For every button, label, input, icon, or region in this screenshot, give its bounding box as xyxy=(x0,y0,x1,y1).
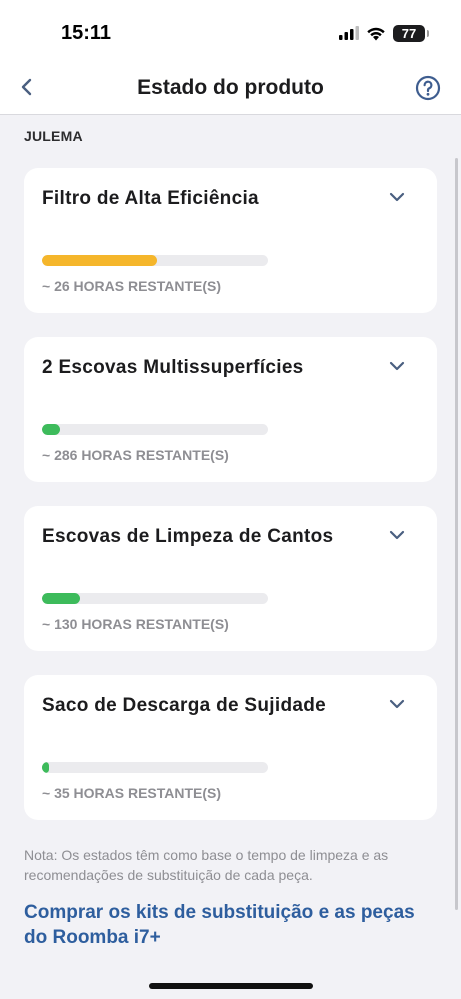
chevron-down-icon[interactable] xyxy=(388,359,406,373)
progress-track xyxy=(42,762,268,773)
progress-fill xyxy=(42,593,81,604)
help-icon[interactable] xyxy=(415,75,441,101)
progress-track xyxy=(42,255,268,266)
chevron-down-icon[interactable] xyxy=(388,528,406,542)
wifi-icon xyxy=(367,27,385,40)
part-card[interactable]: Filtro de Alta Eficiência ~ 26 HORAS RES… xyxy=(24,168,437,313)
part-name: Escovas de Limpeza de Cantos xyxy=(42,526,334,547)
chevron-down-icon[interactable] xyxy=(388,190,406,204)
home-indicator[interactable] xyxy=(149,983,313,989)
battery-icon: 77 xyxy=(393,24,429,42)
part-name: 2 Escovas Multissuperfícies xyxy=(42,357,304,378)
chevron-down-icon[interactable] xyxy=(388,697,406,711)
part-card[interactable]: Saco de Descarga de Sujidade ~ 35 HORAS … xyxy=(24,675,437,820)
scrollbar[interactable] xyxy=(455,158,458,910)
part-name: Saco de Descarga de Sujidade xyxy=(42,695,327,716)
remaining-time: ~ 286 HORAS RESTANTE(S) xyxy=(42,447,229,463)
status-time: 15:11 xyxy=(61,22,112,44)
part-name: Filtro de Alta Eficiência xyxy=(42,188,259,209)
cellular-signal-icon xyxy=(339,26,359,40)
nav-bar: Estado do produto xyxy=(0,62,461,115)
part-card[interactable]: 2 Escovas Multissuperfícies ~ 286 HORAS … xyxy=(24,337,437,482)
part-card[interactable]: Escovas de Limpeza de Cantos ~ 130 HORAS… xyxy=(24,506,437,651)
progress-fill xyxy=(42,255,158,266)
progress-fill xyxy=(42,762,49,773)
remaining-time: ~ 130 HORAS RESTANTE(S) xyxy=(42,616,229,632)
battery-level: 77 xyxy=(401,25,417,41)
progress-fill xyxy=(42,424,61,435)
progress-track xyxy=(42,593,268,604)
status-note: Nota: Os estados têm como base o tempo d… xyxy=(24,847,389,883)
remaining-time: ~ 26 HORAS RESTANTE(S) xyxy=(42,278,222,294)
buy-parts-link[interactable]: Comprar os kits de substituição e as peç… xyxy=(24,900,424,950)
page-title: Estado do produto xyxy=(137,76,324,99)
remaining-time: ~ 35 HORAS RESTANTE(S) xyxy=(42,785,222,801)
status-bar: 15:11 77 xyxy=(0,0,461,62)
status-icons: 77 xyxy=(339,22,429,44)
progress-track xyxy=(42,424,268,435)
robot-name: JULEMA xyxy=(24,128,83,144)
